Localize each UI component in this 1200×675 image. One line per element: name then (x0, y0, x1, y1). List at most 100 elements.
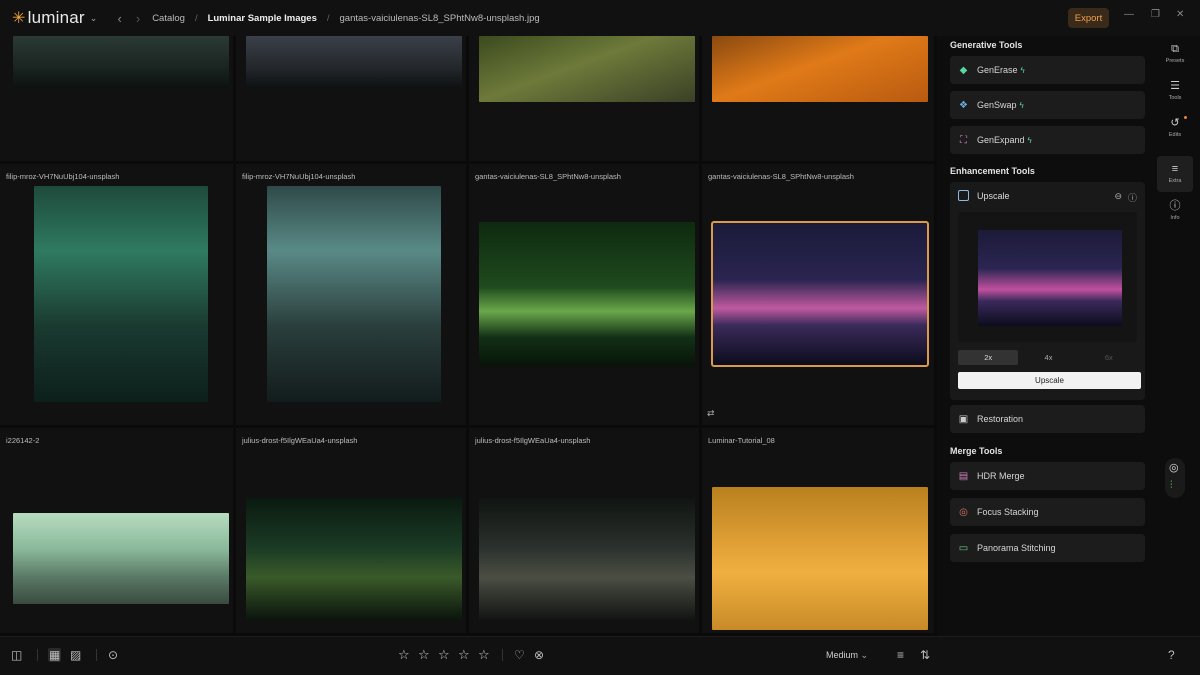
star-4-icon[interactable]: ☆ (458, 647, 470, 663)
upscale-icon (958, 190, 969, 201)
swap-icon: ❖ (959, 99, 968, 111)
star-5-icon[interactable]: ☆ (478, 647, 490, 663)
single-view-icon[interactable]: ▨ (70, 648, 81, 662)
breadcrumb-album[interactable]: Luminar Sample Images (208, 13, 317, 24)
grid-cell[interactable] (0, 36, 236, 164)
generase-tool[interactable]: ◆ GenErase ϟ (950, 56, 1145, 84)
sidebar-item-edits[interactable]: ↺ Edits (1157, 110, 1193, 146)
photo-thumbnail[interactable] (267, 186, 441, 402)
image-icon: ▣ (958, 413, 969, 425)
sliders-icon: ☰ (1170, 80, 1180, 92)
scale-2x-option[interactable]: 2x (958, 350, 1019, 365)
photo-thumbnail[interactable] (479, 222, 695, 366)
bolt-icon: ϟ (1027, 135, 1032, 145)
sort-icon[interactable]: ⇅ (920, 648, 930, 662)
history-icon: ↺ (1170, 117, 1180, 129)
grid-cell[interactable]: i226142-2 (0, 428, 236, 636)
grid-cell[interactable]: gantas-vaiciulenas-SL8_SPhtNw8-unsplash … (702, 164, 937, 428)
photo-thumbnail[interactable] (13, 36, 229, 88)
forward-arrow-icon[interactable]: › (136, 11, 140, 26)
scale-selector: 2x 4x 6x (958, 350, 1139, 365)
photo-thumbnail[interactable] (34, 186, 208, 402)
ai-toggle-group: ◎ ⫶ (1165, 458, 1185, 498)
star-1-icon[interactable]: ☆ (398, 647, 410, 663)
grid-cell[interactable] (702, 36, 937, 164)
presets-icon: ⧉ (1171, 43, 1179, 55)
app-logo[interactable]: ✳ luminar ⌄ (12, 8, 98, 28)
close-icon[interactable]: ✕ (1176, 9, 1184, 20)
photo-thumbnail-selected[interactable] (711, 221, 929, 367)
breadcrumb-catalog[interactable]: Catalog (152, 13, 185, 24)
scale-6x-option: 6x (1104, 353, 1113, 362)
ai-spiral-icon[interactable]: ◎ (1169, 461, 1179, 474)
sidebar-item-extra[interactable]: ≡ Extra (1157, 156, 1193, 192)
panorama-stitching-tool[interactable]: ▭ Panorama Stitching (950, 534, 1145, 562)
photo-grid: filip-mroz-VH7NuUbj104-unsplash filip-mr… (0, 36, 937, 636)
help-icon[interactable]: ? (1168, 648, 1175, 662)
focus-stacking-tool[interactable]: ◎ Focus Stacking (950, 498, 1145, 526)
photo-label: Luminar-Tutorial_08 (708, 436, 775, 445)
breadcrumb: Catalog / Luminar Sample Images / gantas… (152, 12, 540, 24)
panel-toggle-icon[interactable]: ◫ (11, 648, 22, 662)
bottom-bar: ◫ ▦ ▨ ⊙ ☆ ☆ ☆ ☆ ☆ ♡ ⊗ Medium ⌄ ≡ ⇅ ? (0, 636, 1200, 675)
sidebar-item-presets[interactable]: ⧉ Presets (1157, 36, 1193, 72)
photo-label: julius-drost-f5IlgWEaUa4-unsplash (242, 436, 358, 445)
chevron-down-icon: ⌄ (860, 650, 869, 660)
grid-cell[interactable]: filip-mroz-VH7NuUbj104-unsplash (236, 164, 469, 428)
breadcrumb-file: gantas-vaiciulenas-SL8_SPhtNw8-unsplash.… (339, 12, 540, 24)
grid-cell[interactable]: filip-mroz-VH7NuUbj104-unsplash (0, 164, 236, 428)
photo-thumbnail[interactable] (246, 36, 462, 88)
grid-cell[interactable] (469, 36, 702, 164)
star-2-icon[interactable]: ☆ (418, 647, 430, 663)
photo-thumbnail[interactable] (712, 487, 928, 630)
photo-label: julius-drost-f5IlgWEaUa4-unsplash (475, 436, 591, 445)
expand-icon: ⛶ (960, 134, 967, 146)
grid-cell[interactable]: Luminar-Tutorial_08 (702, 428, 937, 636)
photo-thumbnail[interactable] (712, 36, 928, 102)
photo-label: filip-mroz-VH7NuUbj104-unsplash (6, 172, 120, 181)
hdr-merge-tool[interactable]: ▤ HDR Merge (950, 462, 1145, 490)
grid-cell[interactable] (236, 36, 469, 164)
minimize-icon[interactable]: — (1124, 9, 1134, 20)
grid-view-icon[interactable]: ▦ (48, 648, 62, 662)
photo-thumbnail[interactable] (479, 498, 695, 620)
upscale-button[interactable]: Upscale (958, 372, 1141, 389)
photo-label: gantas-vaiciulenas-SL8_SPhtNw8-unsplash (475, 172, 621, 181)
genexpand-tool[interactable]: ⛶ GenExpand ϟ (950, 126, 1145, 154)
upscale-title: Upscale (977, 190, 1010, 201)
merge-tools-title: Merge Tools (950, 446, 1003, 456)
restoration-tool[interactable]: ▣ Restoration (950, 405, 1145, 433)
genswap-tool[interactable]: ❖ GenSwap ϟ (950, 91, 1145, 119)
export-button[interactable]: Export (1068, 8, 1109, 28)
chevron-down-icon[interactable]: ⌄ (90, 13, 98, 24)
photo-thumbnail[interactable] (479, 36, 695, 102)
star-3-icon[interactable]: ☆ (438, 647, 450, 663)
panorama-icon: ▭ (958, 542, 969, 554)
thumbnail-size-select[interactable]: Medium ⌄ (826, 650, 868, 661)
sidebar-item-tools[interactable]: ☰ Tools (1157, 73, 1193, 109)
photo-label: filip-mroz-VH7NuUbj104-unsplash (242, 172, 356, 181)
more-options-icon[interactable]: ⊙ (108, 648, 118, 662)
list-icon: ≡ (1171, 163, 1179, 175)
back-arrow-icon[interactable]: ‹ (118, 11, 122, 26)
info-icon[interactable]: ⓘ (1128, 191, 1137, 204)
heart-icon[interactable]: ♡ (514, 648, 525, 662)
focus-icon: ◎ (959, 506, 968, 518)
photo-thumbnail[interactable] (246, 498, 462, 620)
preview-image (978, 230, 1122, 326)
photo-thumbnail[interactable] (13, 513, 229, 604)
restore-icon[interactable]: ❐ (1151, 9, 1160, 20)
adjustments-icon: ⇄ (707, 408, 715, 418)
sidebar-item-info[interactable]: ⓘ Info (1157, 193, 1193, 229)
reject-icon[interactable]: ⊗ (534, 648, 544, 662)
grid-cell[interactable]: julius-drost-f5IlgWEaUa4-unsplash (236, 428, 469, 636)
waveform-icon[interactable]: ⫶ (1170, 480, 1173, 491)
hdr-icon: ▤ (958, 470, 969, 482)
grid-cell[interactable]: gantas-vaiciulenas-SL8_SPhtNw8-unsplash (469, 164, 702, 428)
upscale-header[interactable]: Upscale (958, 190, 1010, 201)
filter-icon[interactable]: ≡ (897, 648, 904, 662)
generative-tools-title: Generative Tools (950, 40, 1023, 50)
minus-circle-icon[interactable]: ⊖ (1114, 191, 1122, 204)
grid-cell[interactable]: julius-drost-f5IlgWEaUa4-unsplash (469, 428, 702, 636)
scale-4x-option[interactable]: 4x (1018, 350, 1078, 365)
